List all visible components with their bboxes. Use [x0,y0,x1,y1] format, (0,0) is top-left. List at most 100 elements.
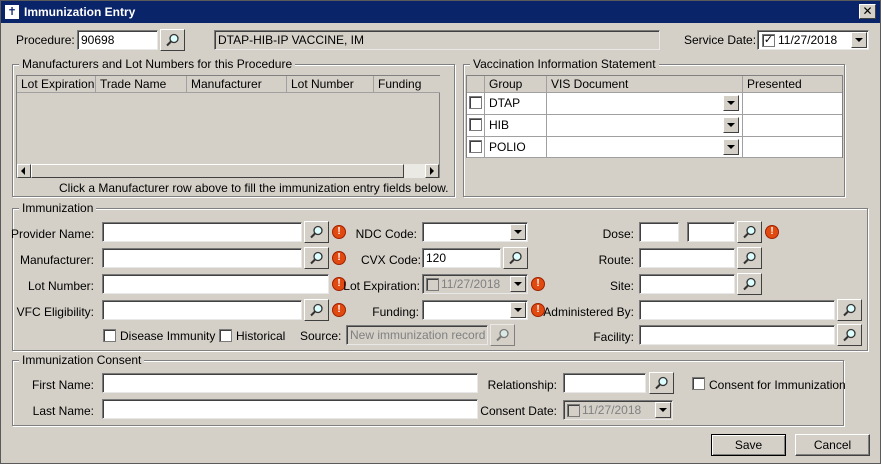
service-date-checkbox[interactable]: ✓ [762,34,775,47]
column-header-lot-expiration[interactable]: Lot Expiration [17,76,96,93]
lot-expiration-checkbox[interactable] [426,278,439,291]
column-header-lot-number[interactable]: Lot Number [287,76,374,93]
magnifier-icon [166,33,179,47]
scroll-left-button[interactable] [17,164,31,178]
lot-number-label: Lot Number: [27,279,94,293]
source-input: New immunization record [346,325,488,345]
cvx-code-input[interactable]: 120 [422,248,501,268]
vis-row-checkbox[interactable] [469,96,482,109]
horizontal-scrollbar[interactable] [17,164,439,178]
immunization-group-title: Immunization [19,201,97,215]
administered-by-input[interactable] [639,300,835,320]
historical-checkbox[interactable] [219,329,232,342]
dose-lookup-button[interactable] [737,221,762,243]
vis-document-select[interactable] [547,137,743,158]
provider-lookup-button[interactable] [304,221,329,243]
route-lookup-button[interactable] [737,247,762,269]
magnifier-icon [310,251,323,265]
magnifier-icon [310,225,323,239]
administered-by-lookup-button[interactable] [837,299,862,321]
site-input[interactable] [639,274,735,294]
funding-dropdown-button[interactable] [510,302,526,318]
dose-amount-input[interactable] [639,222,679,242]
consent-group-title: Immunization Consent [19,353,145,367]
vis-row-checkbox[interactable] [469,140,482,153]
manufacturer-label: Manufacturer: [19,253,94,267]
historical-label: Historical [236,329,286,343]
scroll-right-button[interactable] [425,164,439,178]
consent-date-checkbox[interactable] [567,404,580,417]
column-header-vis-document[interactable]: VIS Document [547,76,743,93]
lot-number-input[interactable] [102,274,329,294]
dose-label: Dose: [602,227,634,241]
facility-input[interactable] [639,325,835,345]
consent-for-immunization-label: Consent for Immunization [709,378,846,392]
dose-warning-icon: ! [765,225,779,239]
lot-expiration-dropdown-button[interactable] [510,276,526,292]
column-header-manufacturer[interactable]: Manufacturer [187,76,287,93]
column-header-funding[interactable]: Funding [374,76,440,93]
vis-row-checkbox[interactable] [469,118,482,131]
vis-presented-cell[interactable] [743,115,842,137]
column-header-group[interactable]: Group [485,76,547,93]
first-name-label: First Name: [31,378,94,392]
site-lookup-button[interactable] [737,273,762,295]
service-date-dropdown-button[interactable] [851,32,867,48]
cvx-lookup-button[interactable] [503,247,528,269]
vis-presented-cell[interactable] [743,93,842,115]
consent-date-dropdown-button[interactable] [655,402,671,418]
vis-grid[interactable]: Group VIS Document Presented DTAP HIB PO… [466,75,843,158]
vfc-eligibility-input[interactable] [102,300,302,320]
magnifier-icon [496,328,509,342]
vis-document-dropdown-button[interactable] [723,95,739,111]
disease-immunity-label: Disease Immunity [120,329,216,343]
procedure-label: Procedure: [16,33,75,47]
vfc-lookup-button[interactable] [304,299,329,321]
provider-name-label: Provider Name: [11,227,95,241]
provider-name-input[interactable] [102,222,302,242]
magnifier-icon [509,251,522,265]
magnifier-icon [843,303,856,317]
disease-immunity-checkbox[interactable] [103,329,116,342]
relationship-input[interactable] [563,373,646,393]
last-name-input[interactable] [102,399,478,419]
procedure-lookup-button[interactable] [160,29,185,51]
column-header-presented[interactable]: Presented [743,76,842,93]
ndc-dropdown-button[interactable] [510,224,526,240]
cancel-button[interactable]: Cancel [795,434,870,456]
vis-presented-cell[interactable] [743,137,842,158]
title-bar[interactable]: ✝ Immunization Entry ✕ [1,1,880,23]
vis-row-select-cell [467,115,485,137]
facility-lookup-button[interactable] [837,324,862,346]
manufacturers-hint: Click a Manufacturer row above to fill t… [59,181,449,195]
manufacturers-grid[interactable]: Lot Expiration Trade Name Manufacturer L… [16,75,440,178]
vis-document-dropdown-button[interactable] [723,117,739,133]
route-input[interactable] [639,248,735,268]
consent-date-label: Consent Date: [480,404,557,418]
manufacturer-lookup-button[interactable] [304,247,329,269]
scroll-thumb[interactable] [31,164,404,178]
procedure-description: DTAP-HIB-IP VACCINE, IM [214,30,660,50]
manufacturer-input[interactable] [102,248,302,268]
source-lookup-button[interactable] [490,324,515,346]
column-header-select [467,76,485,93]
vis-row-select-cell [467,93,485,115]
administered-by-label: Administered By: [543,305,634,319]
dose-unit-input[interactable] [687,222,735,242]
relationship-lookup-button[interactable] [649,372,674,394]
vis-document-select[interactable] [547,115,743,137]
save-button[interactable]: Save [711,434,786,456]
lot-expiration-label: Lot Expiration: [343,279,420,293]
vis-document-select[interactable] [547,93,743,115]
procedure-code-input[interactable]: 90698 [77,30,158,50]
column-header-trade-name[interactable]: Trade Name [96,76,187,93]
consent-for-immunization-checkbox[interactable] [692,377,705,390]
vis-document-dropdown-button[interactable] [723,139,739,155]
ndc-code-label: NDC Code: [355,227,417,241]
vis-row-select-cell [467,137,485,158]
first-name-input[interactable] [102,373,478,393]
arrow-right-icon [430,167,434,175]
close-button[interactable]: ✕ [859,4,876,19]
arrow-left-icon [21,167,25,175]
funding-label: Funding: [372,305,419,319]
